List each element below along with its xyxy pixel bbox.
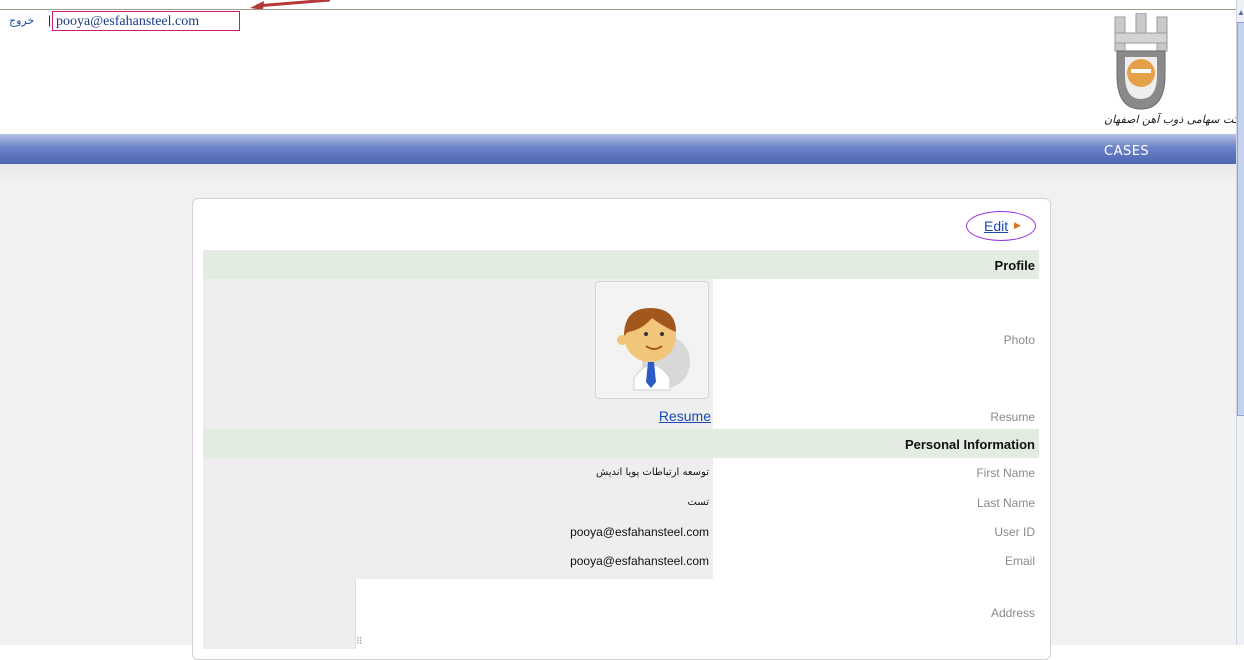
label-cell: Address xyxy=(713,577,1039,649)
user-email: pooya@esfahansteel.com xyxy=(52,11,240,31)
section-title: Personal Information xyxy=(904,437,1035,452)
resize-grip-icon[interactable]: ⠿ xyxy=(356,636,363,647)
label-cell: Photo xyxy=(713,279,1039,401)
page-header: خروج | pooya@esfahansteel.com شرکت سهامی… xyxy=(0,10,1244,134)
value-cell: تست xyxy=(203,488,713,517)
company-logo-icon xyxy=(1114,13,1168,110)
scroll-up-icon[interactable]: ▲ xyxy=(1237,8,1244,18)
edit-link[interactable]: Edit xyxy=(984,218,1008,234)
label-cell: Last Name xyxy=(713,488,1039,517)
section-profile: Profile xyxy=(203,250,1039,279)
edit-arrow-icon: ▶ xyxy=(1014,220,1021,230)
field-value-last-name: تست xyxy=(687,497,709,508)
nav-bar: CASES xyxy=(0,134,1236,164)
field-label-address: Address xyxy=(990,606,1035,620)
row-user-id: pooya@esfahansteel.com User ID xyxy=(203,517,1039,546)
value-cell: Resume xyxy=(203,401,713,429)
value-cell: pooya@esfahansteel.com xyxy=(203,546,713,577)
sub-bar xyxy=(0,164,1236,180)
resume-link[interactable]: Resume xyxy=(659,408,711,424)
field-value-first-name: توسعه ارتباطات پویا اندیش xyxy=(595,467,709,478)
edit-annotation-circle: Edit ▶ xyxy=(966,211,1036,241)
field-label-photo: Photo xyxy=(1003,333,1035,347)
label-cell: Resume xyxy=(713,401,1039,429)
avatar-icon xyxy=(617,308,690,391)
scrollbar-thumb[interactable] xyxy=(1237,22,1244,416)
value-cell xyxy=(203,279,713,401)
row-resume: Resume Resume xyxy=(203,401,1039,429)
field-label-last-name: Last Name xyxy=(976,496,1035,510)
profile-card: Edit ▶ Profile Photo Resume Resume Perso… xyxy=(192,198,1051,660)
field-value-user-id: pooya@esfahansteel.com xyxy=(570,525,709,539)
row-address: ⠿ Address xyxy=(203,577,1039,649)
nav-item-cases[interactable]: CASES xyxy=(1104,144,1149,159)
row-photo: Photo xyxy=(203,279,1039,401)
row-last-name: تست Last Name xyxy=(203,488,1039,517)
label-cell: First Name xyxy=(713,458,1039,488)
logo-caption: شرکت سهامی ذوب آهن اصفهان xyxy=(1104,113,1244,126)
label-cell: Email xyxy=(713,546,1039,577)
value-cell: pooya@esfahansteel.com xyxy=(203,517,713,546)
value-cell: ⠿ xyxy=(203,577,714,649)
field-label-user-id: User ID xyxy=(994,525,1035,539)
label-cell: User ID xyxy=(713,517,1039,546)
logout-link[interactable]: خروج xyxy=(9,14,34,27)
section-personal-information: Personal Information xyxy=(203,429,1039,458)
vertical-scrollbar[interactable]: ▲ xyxy=(1236,0,1244,645)
value-cell: توسعه ارتباطات پویا اندیش xyxy=(203,458,713,488)
section-title: Profile xyxy=(994,258,1035,273)
row-first-name: توسعه ارتباطات پویا اندیش First Name xyxy=(203,458,1039,488)
field-label-first-name: First Name xyxy=(976,466,1035,480)
field-label-resume: Resume xyxy=(990,410,1035,424)
row-email: pooya@esfahansteel.com Email xyxy=(203,546,1039,577)
field-label-email: Email xyxy=(1004,554,1035,568)
field-value-email: pooya@esfahansteel.com xyxy=(570,554,709,568)
header-separator: | xyxy=(48,13,52,27)
address-textarea[interactable]: ⠿ xyxy=(355,579,714,649)
profile-photo xyxy=(595,281,709,399)
